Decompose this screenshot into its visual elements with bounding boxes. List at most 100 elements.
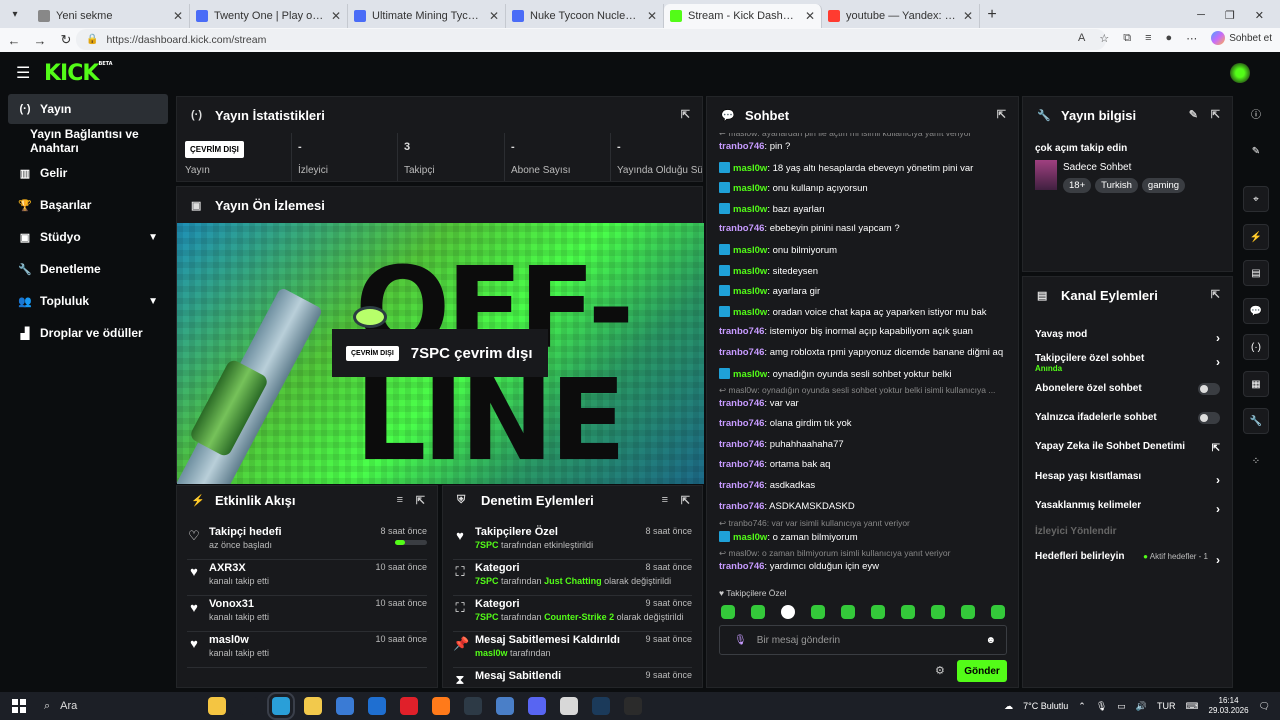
moderator-name[interactable]: 7SPC [475, 540, 499, 550]
emote-icon[interactable] [901, 605, 915, 619]
copilot-button[interactable]: Sohbet et [1211, 31, 1272, 45]
chat-icon[interactable]: 💬 [1243, 298, 1269, 324]
emote-icon[interactable] [841, 605, 855, 619]
minimize-icon[interactable]: ─ [1197, 9, 1205, 22]
toggle-switch[interactable] [1198, 412, 1220, 424]
tab-close-icon[interactable]: ✕ [173, 9, 183, 23]
chat-username[interactable]: masl0w [733, 245, 767, 256]
channel-action-row[interactable]: Hedefleri belirleyin ● Aktif hedefler - 1… [1035, 551, 1220, 575]
chat-username[interactable]: tranbo746 [719, 561, 764, 572]
back-icon[interactable]: ← [2, 33, 26, 48]
wrench-icon[interactable]: 🔧 [1243, 408, 1269, 434]
layout-icon[interactable]: ▦ [1243, 371, 1269, 397]
tab-close-icon[interactable]: ✕ [647, 9, 657, 23]
language-indicator[interactable]: TUR [1157, 701, 1176, 711]
moderator-name[interactable]: 7SPC [475, 576, 499, 586]
filter-icon[interactable]: ≡ [397, 494, 403, 506]
task-view-icon[interactable] [240, 697, 258, 715]
chat-username[interactable]: tranbo746 [719, 347, 764, 358]
emote-icon[interactable] [931, 605, 945, 619]
apps-icon[interactable]: ⁘ [1243, 448, 1269, 474]
close-icon[interactable]: ✕ [1255, 9, 1264, 22]
chat-username[interactable]: masl0w [733, 307, 767, 318]
tab-close-icon[interactable]: ✕ [963, 9, 973, 23]
chat-message[interactable]: tranbo746: puhahhaahaha77 [719, 439, 1008, 450]
tab-close-icon[interactable]: ✕ [805, 9, 815, 23]
favorite-icon[interactable]: ☆ [1099, 32, 1109, 45]
chat-username[interactable]: masl0w [733, 183, 767, 194]
discord-icon[interactable] [528, 697, 546, 715]
forward-icon[interactable]: → [28, 33, 52, 48]
channel-action-row[interactable]: Yapay Zeka ile Sohbet Denetimi ⇱ [1035, 441, 1220, 465]
chat-settings-icon[interactable]: ⚙ [935, 664, 945, 677]
mic-icon[interactable]: 🎙 [1096, 701, 1107, 712]
chat-username[interactable]: masl0w [733, 204, 767, 215]
chat-username[interactable]: tranbo746 [719, 398, 764, 409]
lightning-icon[interactable]: ⚡ [1243, 224, 1269, 250]
chat-message[interactable]: tranbo746: ortama bak aq [719, 459, 1008, 470]
tab-actions-icon[interactable]: ▾ [4, 3, 26, 25]
microphone-icon[interactable]: 🎙 [734, 635, 747, 646]
windows-start-icon[interactable] [12, 699, 26, 713]
channel-action-row[interactable]: Yasaklanmış kelimeler › [1035, 500, 1220, 524]
popout-icon[interactable]: ⇱ [997, 108, 1006, 121]
opera-icon[interactable] [400, 697, 418, 715]
channel-action-row[interactable]: Takipçilere özel sohbet Anında › [1035, 353, 1220, 377]
browser-tab[interactable]: Nuke Tycoon Nuclear | Play on ✕ [506, 4, 664, 28]
chat-message[interactable]: tranbo746: ASDKAMSKDASKD [719, 501, 1008, 512]
category-name[interactable]: Sadece Sohbet [1063, 162, 1131, 173]
refresh-icon[interactable]: ↻ [54, 32, 78, 48]
notes-icon[interactable]: ▤ [1243, 260, 1269, 286]
weather-label[interactable]: 7°C Bulutlu [1023, 701, 1068, 711]
new-tab-button[interactable]: + [980, 6, 1004, 24]
taskbar-search[interactable]: ⌕ Ara [44, 695, 174, 717]
chat-message[interactable]: tranbo746: pin ? [719, 141, 1008, 152]
browser-tab[interactable]: Ultimate Mining Tycoon | Play on ✕ [348, 4, 506, 28]
url-field[interactable]: 🔒 https://dashboard.kick.com/stream [76, 29, 1106, 50]
chat-username[interactable]: masl0w [733, 369, 767, 380]
capture-icon[interactable]: ⌖ [1243, 186, 1269, 212]
browser-tab[interactable]: Stream - Kick Dashboard ✕ [664, 4, 822, 28]
edit-icon[interactable]: ✎ [1189, 108, 1198, 121]
channel-action-row[interactable]: Yalnızca ifadelerle sohbet [1035, 412, 1220, 436]
chat-username[interactable]: masl0w [733, 532, 767, 543]
stream-tag[interactable]: Turkish [1095, 178, 1138, 193]
chat-username[interactable]: masl0w [733, 266, 767, 277]
weather-icon[interactable]: ☁ [1004, 701, 1013, 712]
stream-tag[interactable]: gaming [1141, 178, 1186, 193]
explorer-icon[interactable] [304, 697, 322, 715]
outlook-icon[interactable] [368, 697, 386, 715]
chat-message[interactable]: tranbo746: asdkadkas [719, 480, 1008, 491]
notifications-icon[interactable]: 🗨 [1259, 701, 1270, 712]
edge-icon[interactable] [267, 692, 295, 720]
browser-tab[interactable]: Twenty One | Play on Roblox ✕ [190, 4, 348, 28]
popout-icon[interactable]: ⇱ [1211, 108, 1220, 121]
moderator-name[interactable]: 7SPC [475, 612, 499, 622]
chat-username[interactable]: tranbo746 [719, 141, 764, 152]
sidebar-item[interactable]: ▥ Gelir [8, 158, 168, 188]
terminal-icon[interactable] [464, 697, 482, 715]
emoji-icon[interactable]: ☻ [985, 635, 996, 646]
chat-message[interactable]: tranbo746: var var [719, 398, 1008, 409]
network-icon[interactable]: ▭ [1117, 701, 1126, 712]
chat-username[interactable]: tranbo746 [719, 439, 764, 450]
channel-action-row[interactable]: Abonelere özel sohbet [1035, 383, 1220, 407]
sidebar-item[interactable]: (·) Yayın [8, 94, 168, 124]
chat-message[interactable]: masl0w: oynadığın oyunda sesli sohbet yo… [719, 367, 1008, 380]
chat-message[interactable]: masl0w: ayarlara gir [719, 285, 1008, 297]
app-icon[interactable] [496, 697, 514, 715]
chat-username[interactable]: tranbo746 [719, 480, 764, 491]
menu-icon[interactable]: ☰ [16, 63, 30, 83]
copilot-icon[interactable] [208, 697, 226, 715]
popout-icon[interactable]: ⇱ [416, 494, 425, 507]
chat-message[interactable]: tranbo746: olana girdim tık yok [719, 418, 1008, 429]
browser-tab[interactable]: Yeni sekme ✕ [32, 4, 190, 28]
sidebar-item[interactable]: 🔧 Denetleme [8, 254, 168, 284]
chat-message[interactable]: masl0w: o zaman bilmiyorum [719, 530, 1008, 543]
chat-message[interactable]: tranbo746: yardımcı olduğun için eyw [719, 561, 1008, 572]
sidebar-item[interactable]: 👥 Topluluk ▼ [8, 286, 168, 316]
keyboard-icon[interactable]: ⌨ [1186, 701, 1199, 712]
browser-tab[interactable]: youtube — Yandex: 5 milyon sonu ✕ [822, 4, 980, 28]
chat-message[interactable]: tranbo746: amg robloxta rpmi yapıyonuz d… [719, 347, 1008, 358]
volume-icon[interactable]: 🔊 [1136, 701, 1147, 712]
